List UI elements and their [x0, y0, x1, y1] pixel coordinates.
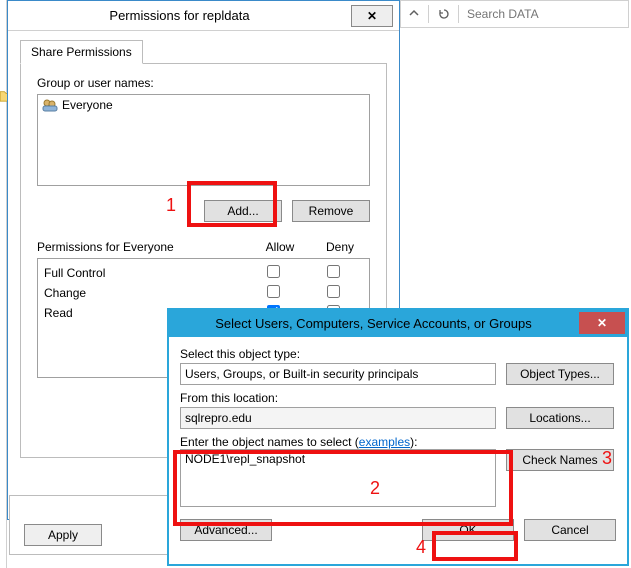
- refresh-icon[interactable]: [431, 1, 456, 27]
- table-row: Full Control: [44, 263, 363, 283]
- list-item-label: Everyone: [62, 98, 113, 112]
- explorer-toolbar: [400, 0, 629, 28]
- separator: [428, 5, 429, 23]
- select-users-dialog: Select Users, Computers, Service Account…: [167, 308, 629, 566]
- add-button[interactable]: Add...: [204, 200, 282, 222]
- object-names-input[interactable]: [180, 449, 496, 507]
- permissions-title: Permissions for repldata: [8, 8, 351, 23]
- location-field[interactable]: sqlrepro.edu: [180, 407, 496, 429]
- object-names-label: Enter the object names to select (exampl…: [180, 435, 616, 449]
- select-users-titlebar: Select Users, Computers, Service Account…: [168, 309, 628, 337]
- examples-link[interactable]: examples: [359, 435, 410, 449]
- deny-change[interactable]: [327, 285, 340, 298]
- deny-full-control[interactable]: [327, 265, 340, 278]
- label-text: ):: [410, 435, 417, 449]
- ok-button[interactable]: OK: [422, 519, 514, 541]
- permissions-titlebar: Permissions for repldata ✕: [8, 1, 399, 31]
- select-users-title: Select Users, Computers, Service Account…: [168, 316, 579, 331]
- separator: [458, 5, 459, 23]
- close-button[interactable]: ✕: [579, 312, 625, 334]
- advanced-button[interactable]: Advanced...: [180, 519, 272, 541]
- group-users-label: Group or user names:: [37, 76, 370, 90]
- table-row: Change: [44, 283, 363, 303]
- list-item[interactable]: Everyone: [40, 97, 367, 113]
- explorer-left-strip: [0, 0, 7, 568]
- apply-button[interactable]: Apply: [24, 524, 102, 546]
- secondary-panel: Apply: [9, 495, 169, 555]
- close-button[interactable]: ✕: [351, 5, 393, 27]
- allow-change[interactable]: [267, 285, 280, 298]
- perm-name: Full Control: [44, 266, 243, 280]
- label-text: Enter the object names to select (: [180, 435, 359, 449]
- go-up-icon[interactable]: [401, 1, 426, 27]
- allow-column-header: Allow: [250, 240, 310, 254]
- object-type-label: Select this object type:: [180, 347, 616, 361]
- check-names-button[interactable]: Check Names: [506, 449, 614, 471]
- object-type-field[interactable]: [180, 363, 496, 385]
- tab-share-permissions[interactable]: Share Permissions: [20, 40, 143, 64]
- close-icon: ✕: [367, 9, 377, 23]
- location-value: sqlrepro.edu: [185, 411, 252, 425]
- locations-button[interactable]: Locations...: [506, 407, 614, 429]
- deny-column-header: Deny: [310, 240, 370, 254]
- group-users-list[interactable]: Everyone: [37, 94, 370, 186]
- object-types-button[interactable]: Object Types...: [506, 363, 614, 385]
- permissions-for-label: Permissions for Everyone: [37, 240, 250, 254]
- perm-name: Change: [44, 286, 243, 300]
- group-icon: [42, 98, 58, 112]
- search-input[interactable]: [461, 3, 628, 25]
- allow-full-control[interactable]: [267, 265, 280, 278]
- location-label: From this location:: [180, 391, 616, 405]
- cancel-button[interactable]: Cancel: [524, 519, 616, 541]
- close-icon: ✕: [597, 316, 607, 330]
- remove-button[interactable]: Remove: [292, 200, 370, 222]
